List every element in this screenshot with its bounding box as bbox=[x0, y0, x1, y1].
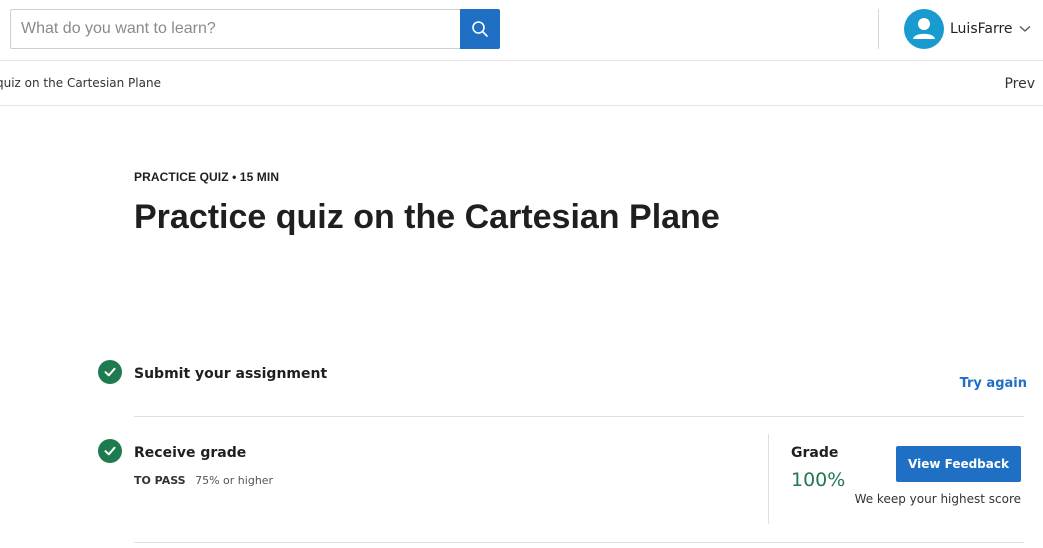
user-menu[interactable]: LuisFarre bbox=[904, 9, 1031, 49]
to-pass-label: TO PASS bbox=[134, 474, 186, 487]
try-again-link[interactable]: Try again bbox=[960, 376, 1027, 391]
search-button[interactable] bbox=[460, 9, 500, 49]
search-icon bbox=[472, 21, 488, 37]
highest-score-note: We keep your highest score bbox=[854, 492, 1021, 506]
breadcrumb-bar: quiz on the Cartesian Plane Prev bbox=[0, 61, 1043, 106]
section-divider bbox=[134, 416, 1024, 417]
receive-grade-label: Receive grade bbox=[134, 445, 247, 461]
submit-assignment-label: Submit your assignment bbox=[134, 366, 328, 382]
check-circle-icon bbox=[98, 439, 122, 463]
to-pass-value: 75% or higher bbox=[195, 474, 274, 487]
prev-link[interactable]: Prev bbox=[1004, 76, 1035, 92]
grade-label: Grade bbox=[791, 445, 839, 461]
grade-divider bbox=[768, 434, 769, 524]
top-navigation-bar: LuisFarre bbox=[0, 0, 1043, 61]
chevron-down-icon bbox=[1019, 25, 1031, 33]
search-input[interactable] bbox=[10, 9, 460, 49]
check-circle-icon bbox=[98, 360, 122, 384]
view-feedback-button[interactable]: View Feedback bbox=[896, 446, 1021, 482]
user-name: LuisFarre bbox=[950, 21, 1013, 37]
section-divider bbox=[134, 542, 1024, 543]
user-avatar-icon bbox=[904, 9, 944, 49]
header-divider bbox=[878, 9, 879, 49]
grade-value: 100% bbox=[791, 469, 846, 491]
breadcrumb[interactable]: quiz on the Cartesian Plane bbox=[0, 76, 161, 90]
page-title: Practice quiz on the Cartesian Plane bbox=[134, 198, 720, 236]
quiz-type-label: PRACTICE QUIZ • 15 MIN bbox=[134, 170, 280, 184]
passing-requirement: TO PASS 75% or higher bbox=[134, 474, 273, 487]
